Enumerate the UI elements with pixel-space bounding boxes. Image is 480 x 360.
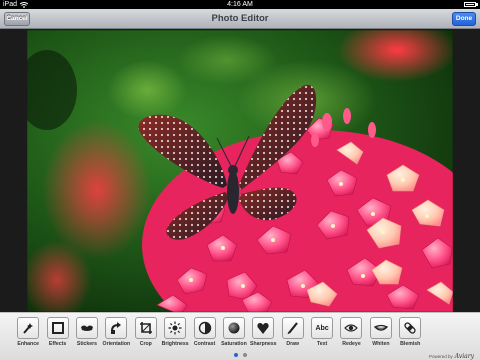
saturation-icon [222,317,245,339]
tool-saturation[interactable]: Saturation [220,317,248,347]
done-button[interactable]: Done [452,12,476,26]
effects-icon [46,317,69,339]
status-bar: iPad 4:16 AM [0,0,480,9]
tool-label: Stickers [76,341,98,347]
tool-effects[interactable]: Effects [43,317,71,347]
brightness-icon [164,317,187,339]
tools-list: Enhance Effects Stickers Orientation Cro… [14,317,424,347]
tool-whiten[interactable]: Whiten [367,317,395,347]
tool-blemish[interactable]: Blemish [396,317,424,347]
page-indicator[interactable] [0,353,480,357]
page-title: Photo Editor [211,13,269,24]
tool-label: Sharpness [250,341,277,347]
tool-label: Brightness [161,341,189,347]
tool-brightness[interactable]: Brightness [161,317,189,347]
tool-label: Orientation [102,341,131,347]
stickers-icon [75,317,98,339]
text-icon-glyph: Abc [315,324,329,332]
tool-contrast[interactable]: Contrast [190,317,218,347]
tools-toolbar: Enhance Effects Stickers Orientation Cro… [0,312,480,360]
tool-draw[interactable]: Draw [279,317,307,347]
tool-label: Text [316,341,328,347]
enhance-icon [17,317,40,339]
tool-stickers[interactable]: Stickers [73,317,101,347]
powered-by: Powered by Aviary [429,353,474,360]
tool-redeye[interactable]: Redeye [337,317,365,347]
aviary-logo: Aviary [454,353,474,360]
tool-label: Effects [48,341,67,347]
sharpness-icon [252,317,275,339]
redeye-icon [340,317,363,339]
tool-label: Enhance [17,341,39,347]
battery-icon [464,2,476,7]
tool-label: Crop [139,341,152,347]
tool-sharpness[interactable]: Sharpness [249,317,277,347]
crop-icon [134,317,157,339]
tool-label: Redeye [342,341,361,347]
orientation-icon [105,317,128,339]
tool-orientation[interactable]: Orientation [102,317,130,347]
tool-label: Whiten [372,341,390,347]
page-dot-2[interactable] [242,353,247,357]
tool-text[interactable]: Abc Text [308,317,336,347]
page-dot-1[interactable] [233,353,238,357]
photo-canvas[interactable] [27,30,453,312]
blemish-icon [399,317,422,339]
powered-by-label: Powered by [429,354,453,359]
tool-enhance[interactable]: Enhance [14,317,42,347]
clock: 4:16 AM [227,1,253,8]
tool-label: Draw [286,341,300,347]
tool-label: Blemish [400,341,421,347]
contrast-icon [193,317,216,339]
text-icon: Abc [311,317,334,339]
whiten-icon [369,317,392,339]
battery-tip [476,3,478,6]
tool-label: Saturation [221,341,247,347]
navigation-bar: Cancel Photo Editor Done [0,9,480,29]
tool-label: Contrast [193,341,216,347]
draw-icon [281,317,304,339]
tool-crop[interactable]: Crop [132,317,160,347]
photo-stage [0,30,480,312]
